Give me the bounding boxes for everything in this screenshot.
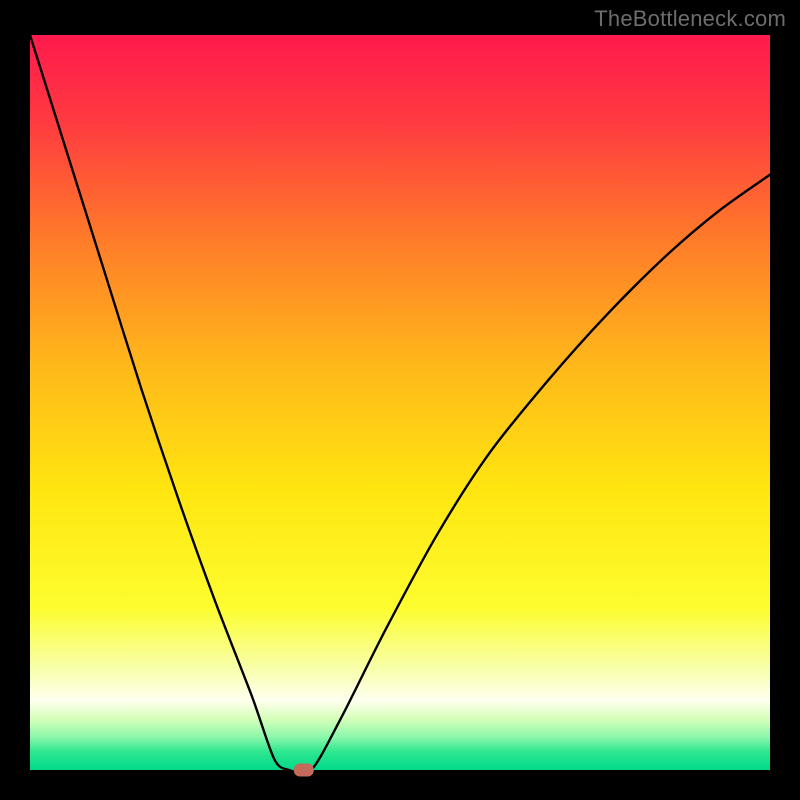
watermark-text: TheBottleneck.com xyxy=(594,6,786,32)
bottleneck-chart xyxy=(0,0,800,800)
chart-frame: TheBottleneck.com xyxy=(0,0,800,800)
chart-background xyxy=(30,35,770,770)
optimum-marker xyxy=(294,764,314,777)
